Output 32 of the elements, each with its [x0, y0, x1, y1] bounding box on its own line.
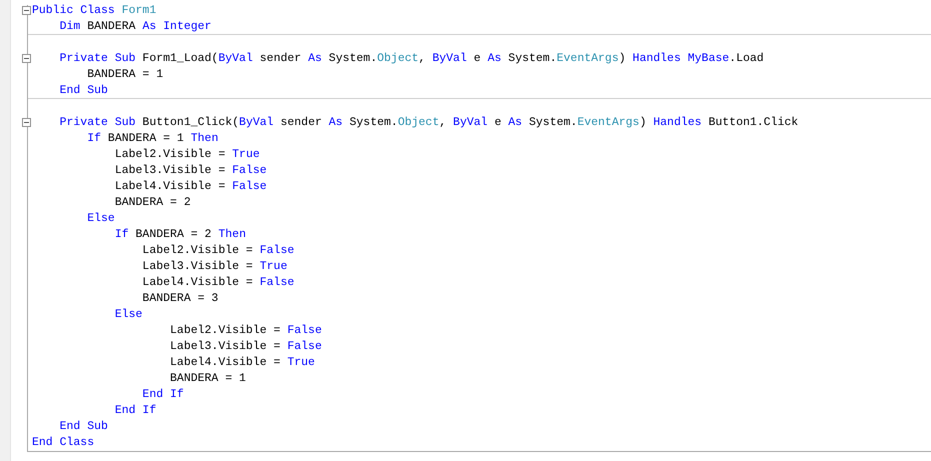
- code-line: Else: [114, 306, 142, 322]
- code-line: Label2.Visible = False: [141, 242, 294, 258]
- collapse-toggle[interactable]: [22, 118, 31, 127]
- code-line: Public Class Form1: [32, 2, 156, 18]
- code-line: End If: [141, 386, 184, 402]
- code-line: Label4.Visible = False: [114, 178, 267, 194]
- code-line: BANDERA = 1: [86, 66, 164, 82]
- code-line: Else: [86, 210, 115, 226]
- collapse-toggle[interactable]: [22, 6, 31, 15]
- collapse-toggle[interactable]: [22, 54, 31, 63]
- code-line: Label2.Visible = False: [169, 322, 322, 338]
- code-line: BANDERA = 3: [141, 290, 218, 306]
- code-line: Private Sub Form1_Load(ByVal sender As System.Object, ByVal e As System.EventArgs) Handles MyBase.Load: [58, 50, 764, 66]
- minus-icon: [23, 119, 30, 126]
- code-line: End Sub: [58, 82, 108, 98]
- code-line: BANDERA = 2: [114, 194, 191, 210]
- code-line: If BANDERA = 2 Then: [114, 226, 246, 242]
- code-line: Label2.Visible = True: [114, 146, 260, 162]
- code-line: Dim BANDERA As Integer: [58, 18, 212, 34]
- code-line: Private Sub Button1_Click(ByVal sender As System.Object, ByVal e As System.EventArgs) Handles Button1.Click: [58, 114, 798, 130]
- minus-icon: [23, 55, 30, 62]
- code-line: End Class: [32, 434, 94, 450]
- minus-icon: [23, 7, 30, 14]
- code-line: Label3.Visible = False: [169, 338, 322, 354]
- code-line: Label3.Visible = True: [141, 258, 288, 274]
- code-line: Label4.Visible = False: [141, 274, 294, 290]
- code-line: End Sub: [58, 418, 108, 434]
- code-line: BANDERA = 1: [169, 370, 246, 386]
- code-line: If BANDERA = 1 Then: [86, 130, 218, 146]
- code-line: End If: [114, 402, 156, 418]
- code-line: Label3.Visible = False: [114, 162, 267, 178]
- code-line: Label4.Visible = True: [169, 354, 315, 370]
